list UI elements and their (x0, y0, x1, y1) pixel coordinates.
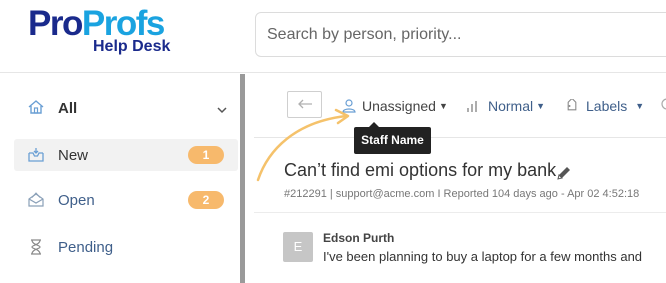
divider (254, 212, 666, 213)
pencil-icon[interactable] (555, 164, 573, 187)
home-icon (27, 99, 45, 120)
avatar: E (283, 232, 313, 262)
proprofs-logo[interactable]: ProProfs Help Desk (28, 4, 188, 64)
labels-label: Labels (586, 98, 628, 114)
count-badge: 1 (188, 146, 224, 164)
sidebar-item-label: All (58, 100, 78, 117)
inbox-icon (28, 147, 44, 163)
staff-name-tooltip: Staff Name (354, 122, 431, 154)
caret-down-icon: ▼ (635, 101, 645, 111)
ticket-subject: Can’t find emi options for my bank (284, 160, 557, 180)
search-box (255, 12, 666, 57)
chevron-down-icon[interactable] (217, 101, 227, 119)
count-badge: 2 (188, 191, 224, 209)
tag-icon (565, 97, 579, 116)
caret-down-icon: ▼ (536, 101, 546, 111)
more-options-icon[interactable] (660, 97, 666, 117)
ticket-meta: #212291 | support@acme.com I Reported 10… (284, 188, 640, 200)
caret-down-icon: ▼ (438, 101, 448, 111)
top-bar: ProProfs Help Desk (0, 0, 666, 73)
open-envelope-icon (28, 192, 44, 208)
sidebar-divider[interactable] (240, 74, 245, 283)
sidebar-item-open[interactable]: Open 2 (14, 184, 238, 216)
logo-pro: Pro (28, 4, 83, 43)
sender-name: Edson Purth (323, 231, 395, 245)
bar-chart-icon (466, 99, 480, 116)
sidebar-item-all[interactable]: All (0, 92, 240, 124)
assignee-label: Unassigned (362, 98, 436, 114)
sidebar-item-label: Pending (58, 239, 114, 256)
sidebar-item-label: New (58, 147, 89, 164)
priority-label: Normal (488, 98, 534, 114)
message-preview: I've been planning to buy a laptop for a… (323, 249, 643, 264)
sidebar-item-label: Open (58, 192, 95, 209)
hourglass-icon (28, 239, 44, 255)
logo-subtitle: Help Desk (93, 38, 171, 55)
search-input[interactable] (256, 13, 666, 56)
sidebar-item-new[interactable]: New 1 (14, 139, 238, 171)
sidebar-item-pending[interactable]: Pending (14, 231, 238, 263)
